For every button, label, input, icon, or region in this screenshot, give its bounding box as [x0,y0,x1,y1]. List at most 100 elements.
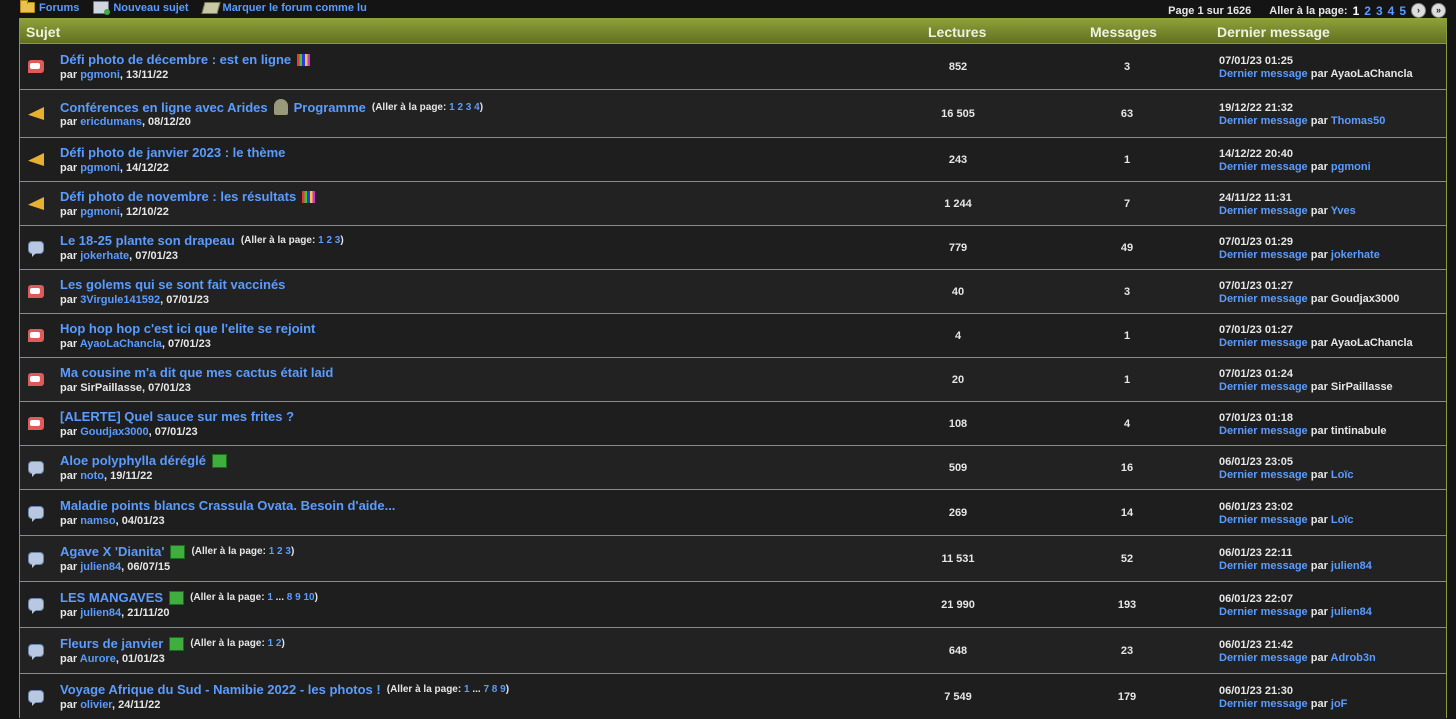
goto-page-link[interactable]: 8 [492,684,500,695]
topic-title-link[interactable]: Agave X 'Dianita' [60,544,164,559]
topic-author[interactable]: noto [80,470,104,482]
last-post-user[interactable]: Loïc [1331,469,1354,481]
last-post-link[interactable]: Dernier message [1219,249,1308,261]
goto-page-link[interactable]: 3 [466,102,474,113]
goto-page-link[interactable]: 1 [268,638,276,649]
topic-title-link[interactable]: Maladie points blancs Crassula Ovata. Be… [60,498,395,513]
announce-topic-icon[interactable] [28,107,44,120]
topic-title-link[interactable]: Le 18-25 plante son drapeau [60,233,235,248]
topic-author[interactable]: ericdumans [80,116,142,128]
last-page-icon[interactable]: » [1431,3,1446,18]
topic-author[interactable]: julien84 [80,607,121,619]
next-page-icon[interactable]: › [1411,3,1426,18]
hot-topic-icon[interactable] [28,417,44,430]
goto-page-link[interactable]: 1 [269,546,277,557]
topic-author[interactable]: jokerhate [80,250,129,262]
last-post-user[interactable]: Thomas50 [1331,115,1385,127]
goto-page-link[interactable]: 2 [326,235,334,246]
last-post-user[interactable]: Adrob3n [1331,652,1376,664]
new-topic-link[interactable]: Nouveau sujet [93,1,189,15]
last-post-user[interactable]: joF [1331,698,1348,710]
last-post-link[interactable]: Dernier message [1219,606,1308,618]
topic-topic-icon[interactable] [28,506,44,519]
topic-topic-icon[interactable] [28,241,44,254]
goto-page-link[interactable]: 10 [303,592,314,603]
last-post-link[interactable]: Dernier message [1219,469,1308,481]
topic-author[interactable]: AyaoLaChancla [80,338,162,350]
by-label: par [1307,560,1331,572]
last-post-link[interactable]: Dernier message [1219,293,1308,305]
goto-page-link[interactable]: 1 [267,592,275,603]
last-post-link[interactable]: Dernier message [1219,698,1308,710]
topic-title-link[interactable]: Aloe polyphylla déréglé [60,453,206,468]
announce-topic-icon[interactable] [28,153,44,166]
topic-title-link[interactable]: Hop hop hop c'est ici que l'elite se rej… [60,321,315,336]
topic-author[interactable]: olivier [80,699,112,711]
hot-topic-icon[interactable] [28,373,44,386]
last-post-link[interactable]: Dernier message [1219,205,1308,217]
goto-page-link[interactable]: 2 [457,102,465,113]
by-label: par [60,294,81,306]
topic-title-link[interactable]: Conférences en ligne avec Arides [60,100,268,115]
topic-topic-icon[interactable] [28,461,44,474]
topic-title-link[interactable]: Programme [294,100,366,115]
last-post-link[interactable]: Dernier message [1219,161,1308,173]
topic-author[interactable]: 3Virgule141592 [80,294,160,306]
page-link[interactable]: 2 [1364,4,1371,18]
topic-title-link[interactable]: Les golems qui se sont fait vaccinés [60,277,285,292]
goto-page-link[interactable]: 8 [287,592,295,603]
topic-topic-icon[interactable] [28,552,44,565]
last-post-link[interactable]: Dernier message [1219,68,1308,80]
last-post-link[interactable]: Dernier message [1219,425,1308,437]
last-post-user[interactable]: pgmoni [1331,161,1371,173]
topic-title-link[interactable]: Ma cousine m'a dit que mes cactus était … [60,365,333,380]
hot-topic-icon[interactable] [28,329,44,342]
topic-author[interactable]: pgmoni [80,69,120,81]
topic-topic-icon[interactable] [28,644,44,657]
topic-title-link[interactable]: LES MANGAVES [60,590,163,605]
last-post-link[interactable]: Dernier message [1219,514,1308,526]
topic-title-link[interactable]: Défi photo de novembre : les résultats [60,189,296,204]
topic-title-link[interactable]: Défi photo de décembre : est en ligne [60,52,291,67]
last-post-link[interactable]: Dernier message [1219,115,1308,127]
last-post-link[interactable]: Dernier message [1219,560,1308,572]
hot-topic-icon[interactable] [28,60,44,73]
last-post-link[interactable]: Dernier message [1219,337,1308,349]
topic-author[interactable]: namso [80,515,115,527]
announce-topic-icon[interactable] [28,197,44,210]
goto-page-link[interactable]: 7 [483,684,491,695]
topic-author[interactable]: pgmoni [80,206,120,218]
topic-author[interactable]: Aurore [80,653,116,665]
topic-title-line: Défi photo de décembre : est en ligne [60,52,311,67]
last-post-user[interactable]: jokerhate [1331,249,1380,261]
topic-author[interactable]: pgmoni [80,162,120,174]
last-post-link[interactable]: Dernier message [1219,652,1308,664]
mark-read-link[interactable]: Marquer le forum comme lu [200,1,367,14]
by-label: par [60,607,81,619]
topic-topic-icon[interactable] [28,690,44,703]
forums-link[interactable]: Forums [20,0,79,14]
col-replies[interactable]: Messages [1090,24,1157,40]
by-label: par [60,206,81,218]
last-post: 07/01/23 01:18 Dernier message par tintin… [1219,412,1387,437]
topic-title-link[interactable]: [ALERTE] Quel sauce sur mes frites ? [60,409,294,424]
last-post-user[interactable]: julien84 [1331,606,1372,618]
topic-title-link[interactable]: Défi photo de janvier 2023 : le thème [60,145,285,160]
last-post-user[interactable]: Yves [1331,205,1356,217]
col-last-post[interactable]: Dernier message [1217,24,1330,40]
page-link[interactable]: 3 [1376,4,1383,18]
topic-author[interactable]: julien84 [80,561,121,573]
hot-topic-icon[interactable] [28,285,44,298]
page-link[interactable]: 5 [1399,4,1406,18]
topic-topic-icon[interactable] [28,598,44,611]
last-post-user[interactable]: julien84 [1331,560,1372,572]
last-post-link[interactable]: Dernier message [1219,381,1308,393]
topic-author[interactable]: Goudjax3000 [80,426,148,438]
topic-title-line: Défi photo de janvier 2023 : le thème [60,145,285,160]
topic-title-link[interactable]: Voyage Afrique du Sud - Namibie 2022 - l… [60,682,381,697]
page-link[interactable]: 4 [1388,4,1395,18]
last-post-user[interactable]: Loïc [1331,514,1354,526]
col-views[interactable]: Lectures [928,24,986,40]
topic-title-link[interactable]: Fleurs de janvier [60,636,163,651]
col-subject[interactable]: Sujet [26,24,60,40]
